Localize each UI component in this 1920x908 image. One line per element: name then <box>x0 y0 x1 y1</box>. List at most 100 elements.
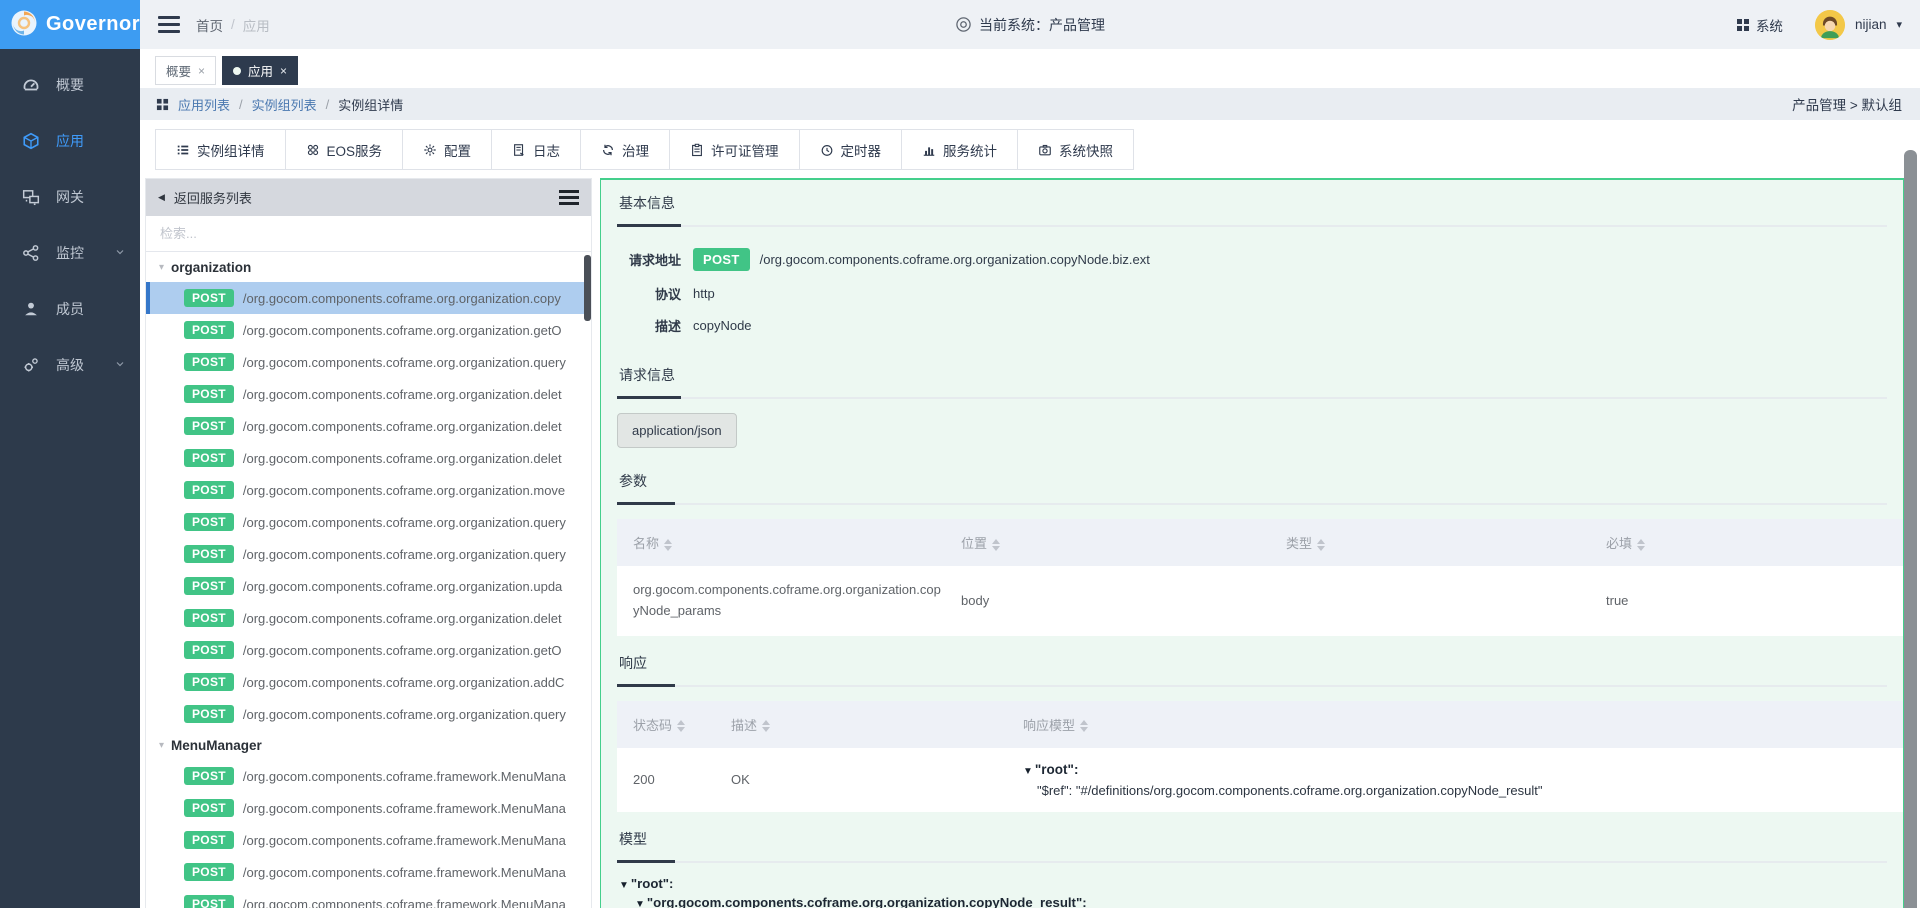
eos-services-button[interactable]: EOS服务 <box>285 129 404 170</box>
param-required: true <box>1596 566 1903 636</box>
header-right: 系统 nijian ▾ <box>1736 10 1902 40</box>
sidebar-item-gateway[interactable]: 网关 <box>0 169 140 225</box>
grid-icon <box>1736 18 1750 32</box>
config-button[interactable]: 配置 <box>402 129 492 170</box>
sidebar-item-monitoring[interactable]: 监控 <box>0 225 140 281</box>
col-description[interactable]: 描述 <box>721 701 1013 748</box>
model-root-key: "root": <box>1035 762 1079 777</box>
header-breadcrumb: 首页 / 应用 <box>196 15 270 35</box>
sidebar-item-overview[interactable]: 概要 <box>0 57 140 113</box>
instance-group-detail-button[interactable]: 实例组详情 <box>155 129 286 170</box>
service-item[interactable]: POST/org.gocom.components.coframe.org.or… <box>146 346 591 378</box>
col-status-code[interactable]: 状态码 <box>617 701 721 748</box>
governance-button[interactable]: 治理 <box>580 129 670 170</box>
service-item[interactable]: POST/org.gocom.components.coframe.framew… <box>146 824 591 856</box>
license-management-button[interactable]: 许可证管理 <box>669 129 800 170</box>
brand-logo[interactable]: Governor <box>0 0 140 49</box>
tree-open-icon[interactable]: ▼ <box>635 899 645 908</box>
breadcrumb-home[interactable]: 首页 <box>196 15 223 35</box>
service-item[interactable]: POST/org.gocom.components.coframe.framew… <box>146 888 591 908</box>
service-item[interactable]: POST/org.gocom.components.coframe.org.or… <box>146 602 591 634</box>
system-snapshot-button[interactable]: 系统快照 <box>1017 129 1134 170</box>
chevron-down-icon <box>114 357 126 373</box>
service-list-panel: ◀ 返回服务列表 ▾ organization POST/org.gocom.c… <box>145 178 592 908</box>
sidebar-item-label: 应用 <box>56 131 84 151</box>
col-position[interactable]: 位置 <box>951 519 1276 566</box>
group-menumanager[interactable]: ▾ MenuManager <box>146 730 591 760</box>
sidebar-item-label: 概要 <box>56 75 84 95</box>
content-type-chip[interactable]: application/json <box>617 413 737 448</box>
tab-request-info[interactable]: 请求信息 <box>617 352 681 399</box>
service-item[interactable]: POST/org.gocom.components.coframe.framew… <box>146 760 591 792</box>
panel-menu-icon[interactable] <box>559 190 579 205</box>
caret-down-icon: ▾ <box>159 262 164 273</box>
service-item[interactable]: POST/org.gocom.components.coframe.org.or… <box>146 378 591 410</box>
list-scrollbar[interactable] <box>584 255 591 321</box>
basic-info-fields: 请求地址 POST /org.gocom.components.coframe.… <box>617 227 1903 352</box>
close-icon[interactable]: × <box>280 64 287 78</box>
avatar[interactable] <box>1815 10 1845 40</box>
gears-icon <box>22 356 40 374</box>
tab-applications[interactable]: 应用 × <box>222 56 298 85</box>
page-scrollbar[interactable] <box>1904 150 1917 908</box>
sort-icon <box>992 539 1000 551</box>
tab-params[interactable]: 参数 <box>617 458 675 505</box>
service-item[interactable]: POST/org.gocom.components.coframe.org.or… <box>146 634 591 666</box>
chevron-down-icon <box>114 245 126 261</box>
sidebar-item-advanced[interactable]: 高级 <box>0 337 140 393</box>
close-icon[interactable]: × <box>198 64 205 78</box>
group-context: 产品管理 > 默认组 <box>1792 94 1902 114</box>
tab-overview[interactable]: 概要 × <box>155 56 216 85</box>
back-to-service-list[interactable]: ◀ 返回服务列表 <box>146 179 591 216</box>
breadcrumb-instance-group-list[interactable]: 实例组列表 <box>252 95 317 114</box>
system-menu[interactable]: 系统 <box>1736 15 1783 35</box>
method-badge: POST <box>693 248 750 271</box>
tab-basic-info[interactable]: 基本信息 <box>617 180 681 227</box>
service-item[interactable]: POST/org.gocom.components.coframe.org.or… <box>146 442 591 474</box>
group-organization[interactable]: ▾ organization <box>146 252 591 282</box>
section-response: 响应 <box>617 640 1887 687</box>
service-item[interactable]: POST/org.gocom.components.coframe.framew… <box>146 856 591 888</box>
service-item[interactable]: POST/org.gocom.components.coframe.org.or… <box>146 506 591 538</box>
service-item[interactable]: POST/org.gocom.components.coframe.org.or… <box>146 474 591 506</box>
clock-icon <box>820 143 834 157</box>
service-item[interactable]: POST/org.gocom.components.coframe.org.or… <box>146 538 591 570</box>
sidebar-item-applications[interactable]: 应用 <box>0 113 140 169</box>
col-required[interactable]: 必填 <box>1596 519 1903 566</box>
share-nodes-icon <box>22 244 40 262</box>
tree-open-icon[interactable]: ▼ <box>619 880 629 891</box>
tab-model[interactable]: 模型 <box>617 816 675 863</box>
service-item[interactable]: POST/org.gocom.components.coframe.org.or… <box>146 698 591 730</box>
search-input[interactable] <box>146 216 591 251</box>
service-item[interactable]: POST/org.gocom.components.coframe.org.or… <box>146 410 591 442</box>
timer-button[interactable]: 定时器 <box>799 129 903 170</box>
sidebar-item-label: 成员 <box>56 299 84 319</box>
service-item[interactable]: POST/org.gocom.components.coframe.org.or… <box>146 666 591 698</box>
active-dot-icon <box>233 67 241 75</box>
section-params: 参数 <box>617 458 1887 505</box>
col-type[interactable]: 类型 <box>1276 519 1596 566</box>
col-name[interactable]: 名称 <box>617 519 951 566</box>
username[interactable]: nijian <box>1855 17 1887 32</box>
collapse-menu-icon[interactable] <box>158 16 180 33</box>
service-item[interactable]: POST/org.gocom.components.coframe.org.or… <box>146 282 591 314</box>
col-response-model[interactable]: 响应模型 <box>1013 701 1903 748</box>
protocol-value: http <box>693 286 715 301</box>
tree-open-icon[interactable]: ▼ <box>1023 766 1033 777</box>
sort-icon <box>664 539 672 551</box>
status-code: 200 <box>617 748 721 812</box>
sort-icon <box>1317 539 1325 551</box>
service-stats-button[interactable]: 服务统计 <box>901 129 1018 170</box>
status-description: OK <box>721 748 1013 812</box>
tab-response[interactable]: 响应 <box>617 640 675 687</box>
service-tree: ▾ organization POST/org.gocom.components… <box>146 252 591 908</box>
service-item[interactable]: POST/org.gocom.components.coframe.org.or… <box>146 570 591 602</box>
service-item[interactable]: POST/org.gocom.components.coframe.org.or… <box>146 314 591 346</box>
breadcrumb-app-list[interactable]: 应用列表 <box>178 95 230 114</box>
sidebar-item-members[interactable]: 成员 <box>0 281 140 337</box>
params-table: 名称 位置 类型 必填 org.gocom.components.coframe… <box>617 519 1903 636</box>
service-item[interactable]: POST/org.gocom.components.coframe.framew… <box>146 792 591 824</box>
field-protocol: 协议 http <box>617 284 1903 303</box>
user-menu-caret-icon[interactable]: ▾ <box>1896 18 1902 31</box>
logs-button[interactable]: 日志 <box>491 129 581 170</box>
